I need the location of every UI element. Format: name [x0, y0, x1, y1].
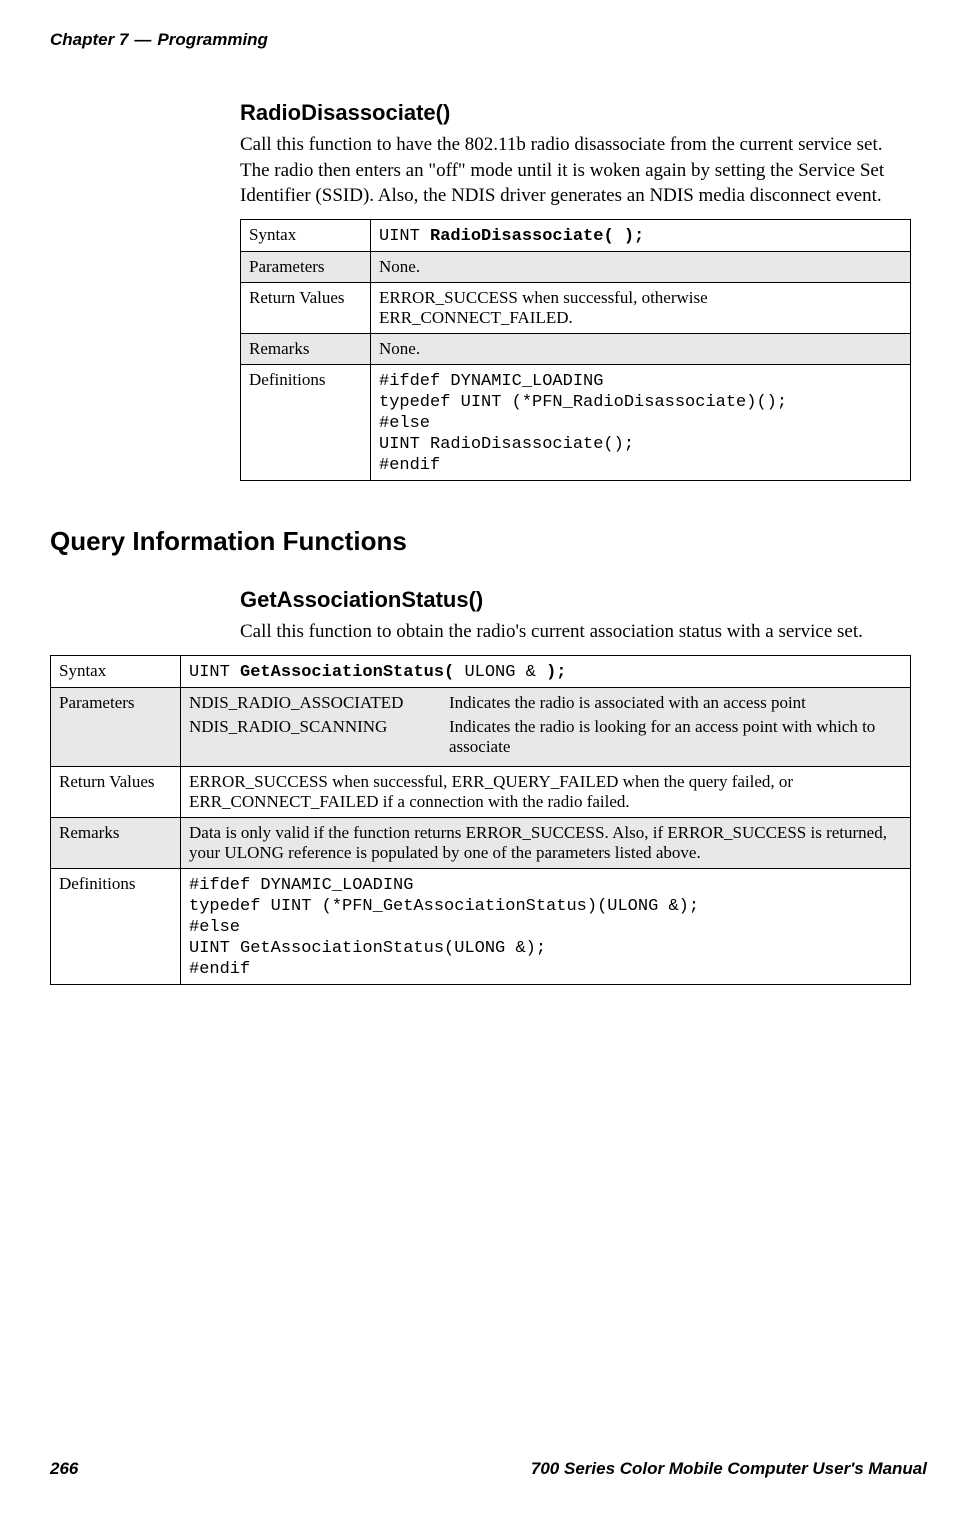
syntax-bold1: GetAssociationStatus( — [240, 663, 464, 682]
table-row-parameters: Parameters NDIS_RADIO_ASSOCIATED Indicat… — [51, 687, 911, 766]
syntax-pre: UINT — [189, 663, 240, 682]
cell-label-syntax: Syntax — [241, 219, 371, 251]
cell-label-return: Return Values — [241, 282, 371, 333]
cell-value-syntax: UINT RadioDisassociate( ); — [371, 219, 911, 251]
cell-label-remarks: Remarks — [51, 817, 181, 868]
cell-value-definitions: #ifdef DYNAMIC_LOADING typedef UINT (*PF… — [181, 868, 911, 984]
cell-value-parameters: None. — [371, 251, 911, 282]
table-row-remarks: Remarks None. — [241, 333, 911, 364]
cell-label-parameters: Parameters — [241, 251, 371, 282]
table-row-syntax: Syntax UINT RadioDisassociate( ); — [241, 219, 911, 251]
section-getassociationstatus-table: Syntax UINT GetAssociationStatus( ULONG … — [50, 655, 911, 985]
cell-value-definitions: #ifdef DYNAMIC_LOADING typedef UINT (*PF… — [371, 364, 911, 480]
param-name-1: NDIS_RADIO_ASSOCIATED — [189, 693, 429, 713]
heading-query-information: Query Information Functions — [50, 526, 927, 557]
section-getassociationstatus-intro: GetAssociationStatus() Call this functio… — [240, 587, 911, 645]
header-chapter: Chapter 7 — [50, 30, 128, 50]
footer-manual-title: 700 Series Color Mobile Computer User's … — [531, 1459, 927, 1479]
param-desc-1: Indicates the radio is associated with a… — [449, 693, 902, 713]
cell-label-definitions: Definitions — [51, 868, 181, 984]
cell-label-return: Return Values — [51, 766, 181, 817]
syntax-mid: ULONG & — [464, 663, 535, 682]
param-name-2: NDIS_RADIO_SCANNING — [189, 717, 429, 757]
cell-value-return: ERROR_SUCCESS when successful, ERR_QUERY… — [181, 766, 911, 817]
function-heading-radiodisassociate: RadioDisassociate() — [240, 100, 911, 126]
table-row-return: Return Values ERROR_SUCCESS when success… — [241, 282, 911, 333]
function-description: Call this function to obtain the radio's… — [240, 619, 911, 645]
table-row-definitions: Definitions #ifdef DYNAMIC_LOADING typed… — [241, 364, 911, 480]
table-row-syntax: Syntax UINT GetAssociationStatus( ULONG … — [51, 655, 911, 687]
param-desc-2: Indicates the radio is looking for an ac… — [449, 717, 902, 757]
syntax-text-bold: RadioDisassociate( ); — [430, 227, 644, 246]
header-title: Programming — [157, 30, 268, 50]
page-header: Chapter 7 — Programming — [50, 30, 927, 50]
function-description: Call this function to have the 802.11b r… — [240, 132, 911, 209]
table-row-definitions: Definitions #ifdef DYNAMIC_LOADING typed… — [51, 868, 911, 984]
syntax-text-pre: UINT — [379, 227, 430, 246]
table-row-parameters: Parameters None. — [241, 251, 911, 282]
cell-label-remarks: Remarks — [241, 333, 371, 364]
header-separator: — — [134, 30, 151, 50]
table-getassociationstatus: Syntax UINT GetAssociationStatus( ULONG … — [50, 655, 911, 985]
cell-label-syntax: Syntax — [51, 655, 181, 687]
table-radiodisassociate: Syntax UINT RadioDisassociate( ); Parame… — [240, 219, 911, 481]
definitions-code: #ifdef DYNAMIC_LOADING typedef UINT (*PF… — [189, 876, 699, 979]
param-row-2: NDIS_RADIO_SCANNING Indicates the radio … — [189, 717, 902, 757]
syntax-bold2: ); — [536, 663, 567, 682]
footer-page-number: 266 — [50, 1459, 78, 1479]
function-heading-getassociationstatus: GetAssociationStatus() — [240, 587, 911, 613]
table-row-return: Return Values ERROR_SUCCESS when success… — [51, 766, 911, 817]
cell-label-parameters: Parameters — [51, 687, 181, 766]
cell-value-syntax: UINT GetAssociationStatus( ULONG & ); — [181, 655, 911, 687]
cell-value-parameters: NDIS_RADIO_ASSOCIATED Indicates the radi… — [181, 687, 911, 766]
param-row-1: NDIS_RADIO_ASSOCIATED Indicates the radi… — [189, 693, 902, 713]
cell-value-return: ERROR_SUCCESS when successful, otherwise… — [371, 282, 911, 333]
table-row-remarks: Remarks Data is only valid if the functi… — [51, 817, 911, 868]
section-radiodisassociate: RadioDisassociate() Call this function t… — [240, 100, 911, 481]
definitions-code: #ifdef DYNAMIC_LOADING typedef UINT (*PF… — [379, 372, 787, 475]
cell-label-definitions: Definitions — [241, 364, 371, 480]
cell-value-remarks: Data is only valid if the function retur… — [181, 817, 911, 868]
page-footer: 266 700 Series Color Mobile Computer Use… — [50, 1459, 927, 1479]
cell-value-remarks: None. — [371, 333, 911, 364]
